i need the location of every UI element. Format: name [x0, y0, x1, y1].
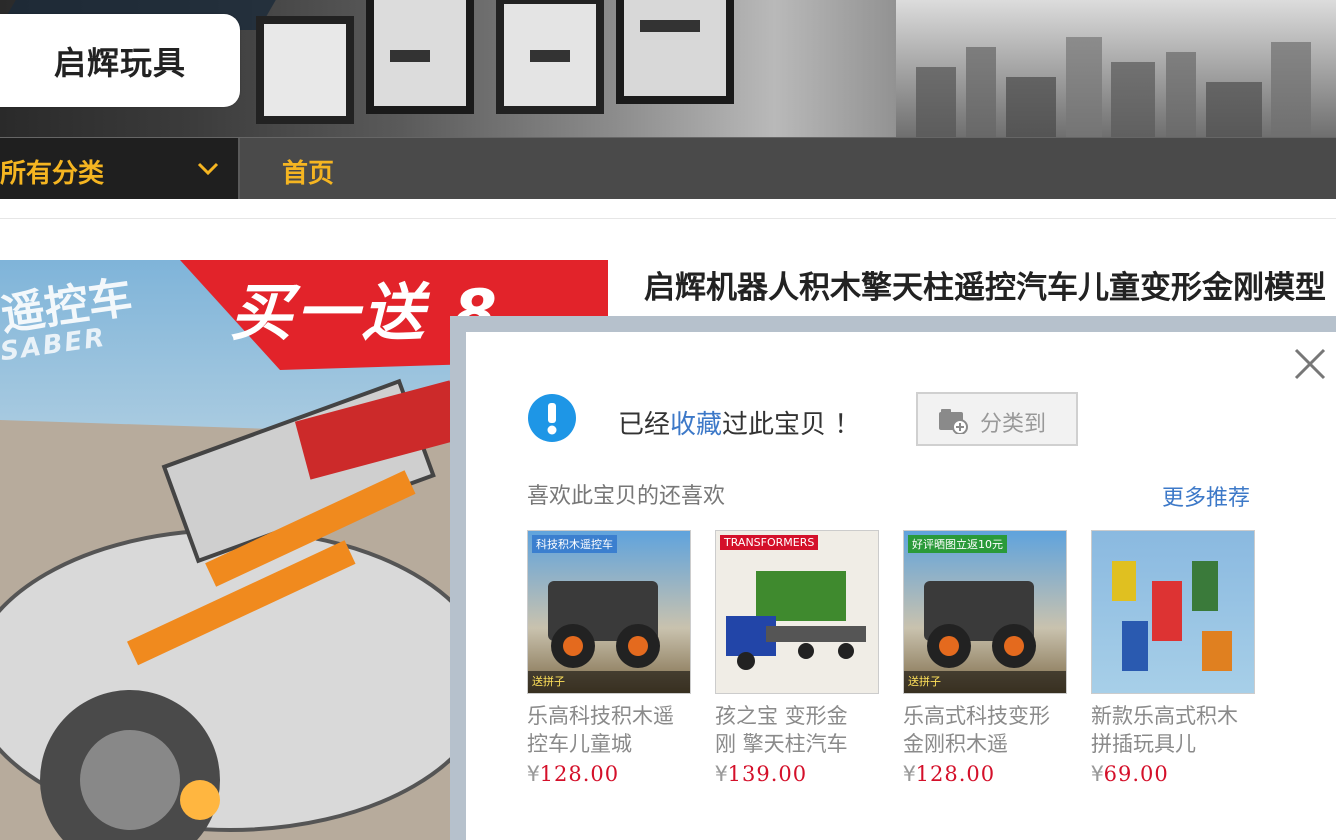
- recommend-item[interactable]: TRANSFORMERS 孩之宝 变形金刚 擎天柱汽车 ¥139.00: [715, 530, 879, 786]
- recommend-thumb[interactable]: TRANSFORMERS: [715, 530, 879, 694]
- rc-car-graphic: [548, 581, 660, 668]
- divider: [0, 218, 1336, 219]
- shop-banner: 启辉玩具: [0, 0, 1336, 137]
- chevron-down-icon: [197, 162, 219, 176]
- close-icon[interactable]: [1292, 346, 1328, 382]
- also-like-heading: 喜欢此宝贝的还喜欢: [527, 484, 726, 509]
- more-recommend-link[interactable]: 更多推荐: [1162, 480, 1250, 512]
- product-title: 启辉机器人积木擎天柱遥控汽车儿童变形金刚模型: [644, 270, 1326, 306]
- recommend-item[interactable]: 好评晒图立返10元 送拼子 乐高式科技变形金刚积木遥 ¥128.00: [903, 530, 1067, 786]
- msg-prefix: 已经: [618, 410, 671, 440]
- recommend-item[interactable]: 新款乐高式积木拼插玩具儿 ¥69.00: [1091, 530, 1255, 786]
- exclamation-icon: [528, 394, 576, 442]
- thumb-foot: 送拼子: [528, 671, 690, 693]
- nav-home-link[interactable]: 首页: [282, 153, 334, 190]
- shop-name-badge[interactable]: 启辉玩具: [0, 14, 240, 107]
- recommend-name[interactable]: 乐高式科技变形金刚积木遥: [903, 702, 1053, 758]
- recommend-name[interactable]: 新款乐高式积木拼插玩具儿: [1091, 702, 1241, 758]
- thumb-tag: 好评晒图立返10元: [908, 535, 1007, 553]
- recommend-name[interactable]: 乐高科技积木遥控车儿童城: [527, 702, 677, 758]
- thumb-tag: TRANSFORMERS: [720, 535, 819, 550]
- recommend-price: ¥128.00: [903, 762, 996, 786]
- recommend-thumb[interactable]: 科技积木遥控车 送拼子: [527, 530, 691, 694]
- recommend-price: ¥139.00: [715, 762, 808, 786]
- transformer-truck-graphic: [726, 571, 866, 670]
- rc-car-graphic: [924, 581, 1036, 668]
- all-categories-label: 所有分类: [0, 159, 105, 189]
- all-categories-dropdown[interactable]: 所有分类: [0, 138, 240, 199]
- recommend-item[interactable]: 科技积木遥控车 送拼子 乐高科技积木遥控车儿童城 ¥128.00: [527, 530, 691, 786]
- msg-suffix: 过此宝贝 ！: [722, 410, 861, 440]
- city-skyline-graphic: [916, 37, 1311, 137]
- banner-logo-glyphs: [256, 0, 734, 124]
- recommend-name[interactable]: 孩之宝 变形金刚 擎天柱汽车: [715, 702, 865, 758]
- recommend-thumb[interactable]: 好评晒图立返10元 送拼子: [903, 530, 1067, 694]
- folder-add-icon: [939, 409, 968, 434]
- banner-logo-art: [240, 0, 860, 137]
- thumb-tag: 科技积木遥控车: [532, 535, 617, 553]
- robot-toys-graphic: [1112, 561, 1232, 671]
- favorited-message: 已经收藏过此宝贝 ！: [618, 404, 860, 441]
- recommend-price: ¥128.00: [527, 762, 620, 786]
- thumb-foot: 送拼子: [904, 671, 1066, 693]
- recommend-thumb[interactable]: [1091, 530, 1255, 694]
- shop-name: 启辉玩具: [53, 43, 186, 82]
- categorize-label: 分类到: [980, 412, 1047, 437]
- shop-nav-bar: 所有分类 首页: [0, 137, 1336, 199]
- recommend-price: ¥69.00: [1091, 762, 1169, 786]
- favorites-link[interactable]: 收藏: [670, 410, 722, 440]
- categorize-button[interactable]: 分类到: [916, 392, 1078, 446]
